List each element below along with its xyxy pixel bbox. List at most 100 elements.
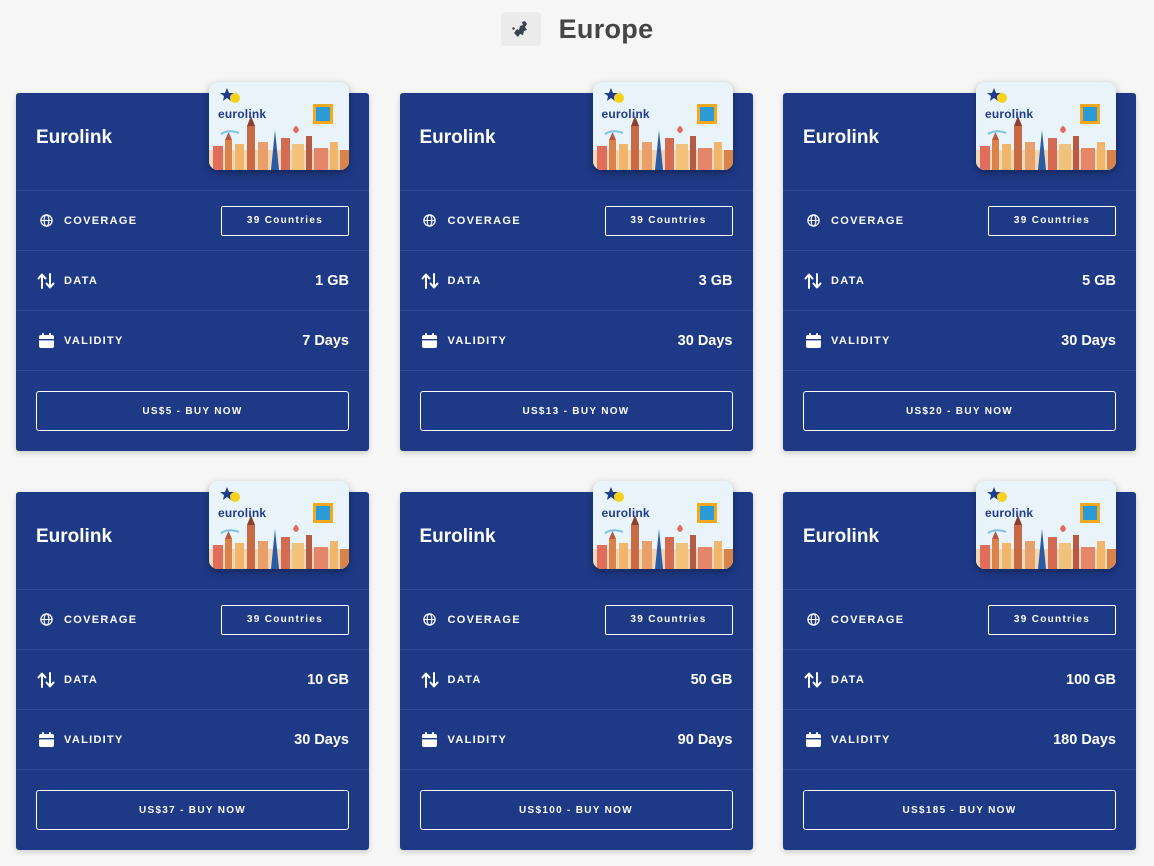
data-row: DATA 100 GB — [783, 650, 1136, 710]
sim-brand-logo: eurolink — [601, 506, 650, 520]
validity-value: 30 Days — [1061, 332, 1116, 349]
plan-name: Eurolink — [36, 127, 113, 148]
plan-name: Eurolink — [419, 526, 496, 547]
coverage-label: COVERAGE — [831, 613, 905, 626]
sim-brand-logo: eurolink — [218, 107, 267, 121]
validity-label: VALIDITY — [447, 733, 508, 746]
sim-brand-logo: eurolink — [218, 506, 267, 520]
card-header: Eurolink eurolink — [399, 82, 753, 191]
globe-icon — [420, 610, 440, 630]
validity-row: VALIDITY 30 Days — [399, 311, 753, 371]
sim-brand-logo: eurolink — [601, 107, 650, 121]
buy-now-button[interactable]: US$100 - BUY NOW — [419, 790, 733, 830]
coverage-row: COVERAGE 39 Countries — [16, 590, 369, 650]
plan-name: Eurolink — [419, 127, 496, 148]
validity-label: VALIDITY — [831, 334, 891, 347]
buy-now-button[interactable]: US$5 - BUY NOW — [36, 391, 349, 431]
sim-card-image: eurolink — [209, 481, 349, 569]
card-header: Eurolink eurolink — [399, 481, 753, 590]
europe-map-icon — [500, 12, 541, 46]
plan-card: Eurolink eurolink COVERAGE 39 Countries — [783, 481, 1136, 850]
sim-card-image: eurolink — [209, 82, 349, 170]
validity-row: VALIDITY 180 Days — [783, 710, 1136, 770]
sim-brand-logo: eurolink — [985, 506, 1034, 520]
validity-value: 30 Days — [677, 332, 733, 349]
plan-card: Eurolink eurolink COVERAGE 39 Countries — [16, 82, 369, 451]
sim-brand-logo: eurolink — [985, 107, 1034, 121]
data-value: 100 GB — [1066, 671, 1116, 688]
coverage-row: COVERAGE 39 Countries — [399, 191, 753, 251]
card-header: Eurolink eurolink — [783, 481, 1136, 590]
data-row: DATA 5 GB — [783, 251, 1136, 311]
up-down-arrows-icon — [803, 271, 823, 291]
sim-card-image: eurolink — [592, 82, 733, 170]
validity-row: VALIDITY 30 Days — [16, 710, 369, 770]
coverage-label: COVERAGE — [64, 214, 138, 227]
calendar-icon — [420, 730, 440, 750]
countries-button[interactable]: 39 Countries — [604, 604, 733, 635]
validity-row: VALIDITY 7 Days — [16, 311, 369, 371]
page-header: Europe — [0, 10, 1154, 48]
coverage-label: COVERAGE — [831, 214, 905, 227]
validity-value: 30 Days — [294, 731, 349, 748]
page: Europe Eurolink eurolink COVERAGE 39 Cou… — [0, 0, 1154, 866]
globe-icon — [420, 211, 440, 231]
coverage-label: COVERAGE — [64, 613, 138, 626]
plan-name: Eurolink — [803, 526, 880, 547]
countries-button[interactable]: 39 Countries — [604, 205, 733, 236]
card-header: Eurolink eurolink — [16, 82, 369, 191]
calendar-icon — [803, 730, 823, 750]
card-header: Eurolink eurolink — [16, 481, 369, 590]
coverage-row: COVERAGE 39 Countries — [399, 590, 753, 650]
coverage-row: COVERAGE 39 Countries — [783, 590, 1136, 650]
sim-card-image: eurolink — [976, 82, 1116, 170]
coverage-label: COVERAGE — [447, 214, 521, 227]
globe-icon — [803, 610, 823, 630]
buy-now-button[interactable]: US$13 - BUY NOW — [419, 391, 733, 431]
sim-card-image: eurolink — [592, 481, 733, 569]
validity-row: VALIDITY 90 Days — [399, 710, 753, 770]
coverage-row: COVERAGE 39 Countries — [783, 191, 1136, 251]
plan-name: Eurolink — [803, 127, 880, 148]
calendar-icon — [36, 331, 56, 351]
data-row: DATA 3 GB — [399, 251, 753, 311]
countries-button[interactable]: 39 Countries — [988, 604, 1116, 635]
buy-now-button[interactable]: US$20 - BUY NOW — [803, 391, 1116, 431]
up-down-arrows-icon — [36, 670, 56, 690]
data-label: DATA — [64, 274, 99, 287]
data-row: DATA 50 GB — [399, 650, 753, 710]
card-header: Eurolink eurolink — [783, 82, 1136, 191]
plan-card: Eurolink eurolink COVERAGE 39 Countries — [783, 82, 1136, 451]
globe-icon — [36, 610, 56, 630]
data-value: 1 GB — [315, 272, 349, 289]
data-label: DATA — [831, 673, 866, 686]
data-label: DATA — [831, 274, 866, 287]
calendar-icon — [36, 730, 56, 750]
validity-value: 7 Days — [302, 332, 349, 349]
countries-button[interactable]: 39 Countries — [988, 205, 1116, 236]
validity-label: VALIDITY — [64, 334, 124, 347]
coverage-label: COVERAGE — [447, 613, 521, 626]
validity-label: VALIDITY — [831, 733, 891, 746]
data-row: DATA 1 GB — [16, 251, 369, 311]
coverage-row: COVERAGE 39 Countries — [16, 191, 369, 251]
plan-card: Eurolink eurolink COVERAGE 39 Countries — [16, 481, 369, 850]
data-row: DATA 10 GB — [16, 650, 369, 710]
buy-now-button[interactable]: US$185 - BUY NOW — [803, 790, 1116, 830]
validity-label: VALIDITY — [64, 733, 124, 746]
validity-value: 90 Days — [677, 731, 733, 748]
countries-button[interactable]: 39 Countries — [221, 604, 349, 635]
plan-grid: Eurolink eurolink COVERAGE 39 Countries — [16, 82, 1136, 850]
up-down-arrows-icon — [803, 670, 823, 690]
calendar-icon — [803, 331, 823, 351]
up-down-arrows-icon — [420, 670, 440, 690]
countries-button[interactable]: 39 Countries — [221, 205, 349, 236]
data-label: DATA — [447, 673, 482, 686]
data-label: DATA — [447, 274, 482, 287]
buy-now-button[interactable]: US$37 - BUY NOW — [36, 790, 349, 830]
page-title: Europe — [558, 13, 654, 44]
validity-value: 180 Days — [1053, 731, 1116, 748]
globe-icon — [36, 211, 56, 231]
plan-name: Eurolink — [36, 526, 113, 547]
validity-label: VALIDITY — [447, 334, 508, 347]
